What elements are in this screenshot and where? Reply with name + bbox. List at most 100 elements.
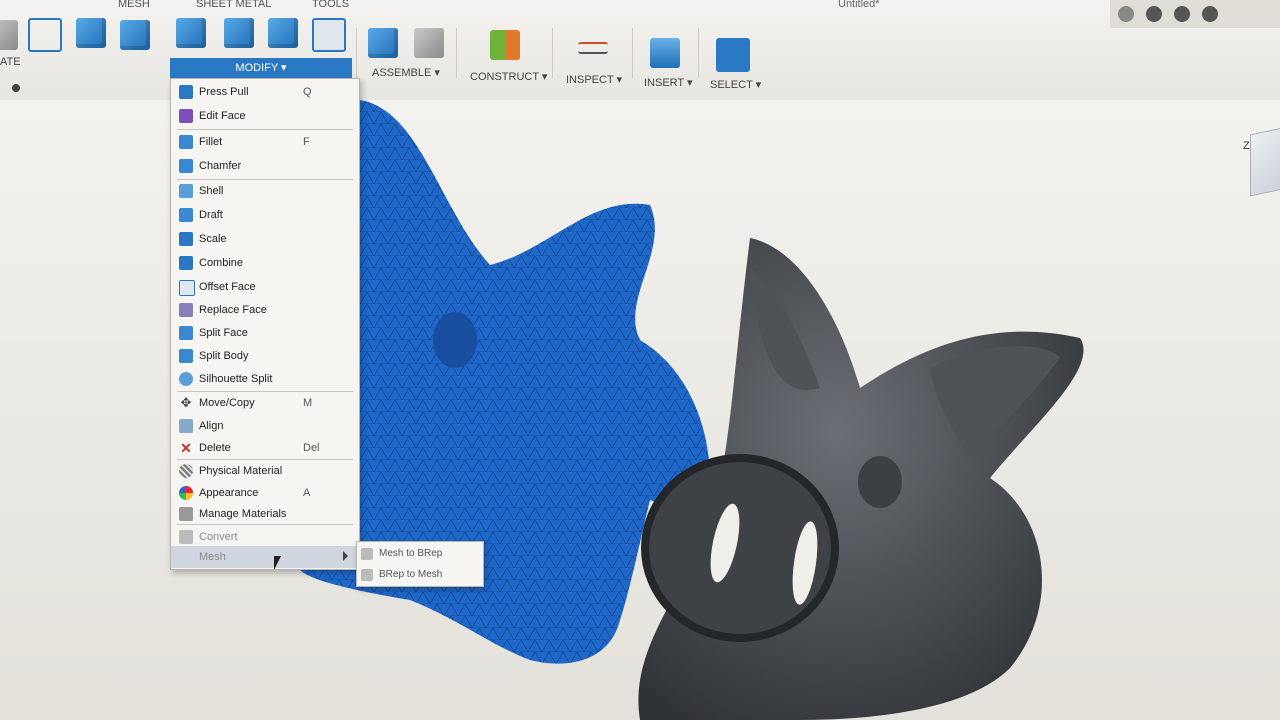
menu-item-shell[interactable]: Shell [171,180,359,202]
menu-item-mesh[interactable]: Mesh [171,546,359,568]
modify-dropdown-menu: Press Pull Q Edit Face Fillet F Chamfer … [170,78,360,570]
divider [552,28,553,78]
move-icon: ✥ [180,395,192,410]
menu-item-fillet[interactable]: Fillet F [171,131,359,153]
menu-item-label: Physical Material [199,465,283,477]
menu-item-label: Replace Face [199,304,267,316]
menu-divider [177,524,353,525]
construct-label[interactable]: CONSTRUCT ▾ [470,70,547,83]
help-icon[interactable] [1202,6,1218,22]
insert-group: INSERT ▾ [642,12,702,92]
offset-face-icon[interactable] [312,18,346,52]
offset-plane-icon[interactable] [490,30,520,60]
menu-item-replace-face[interactable]: Replace Face [171,299,359,321]
menu-item-label: Fillet [199,136,223,148]
divider [698,28,699,78]
menu-item-silhouette-split[interactable]: Silhouette Split [171,368,359,390]
manage-materials-icon [179,507,193,521]
menu-item-edit-face[interactable]: Edit Face [171,105,359,127]
menu-item-label: Combine [199,257,244,269]
menu-item-delete[interactable]: ✕ Delete Del [171,437,359,459]
insert-label[interactable]: INSERT ▾ [644,76,693,89]
assemble-group: ASSEMBLE ▾ [366,12,446,92]
shell-icon[interactable] [224,18,254,48]
align-icon [179,419,193,433]
fillet-icon [179,135,193,149]
brep-to-mesh-icon [361,569,373,581]
measure-icon[interactable] [578,42,608,54]
menu-item-split-body[interactable]: Split Body [171,345,359,367]
modify-menu-button[interactable]: MODIFY ▾ [170,58,352,78]
joint-icon[interactable] [414,28,444,58]
job-status-icon[interactable] [1174,6,1190,22]
insert-image-icon[interactable] [650,38,680,68]
solid-body-pig[interactable] [630,228,1100,720]
menu-item-convert[interactable]: Convert [171,526,359,548]
menu-item-chamfer[interactable]: Chamfer [171,155,359,177]
tab-tools[interactable]: TOOLS [312,0,349,10]
modify-label: MODIFY [235,62,278,74]
menu-item-label: Draft [199,209,223,221]
split-face-icon [179,326,193,340]
inspect-label[interactable]: INSPECT ▾ [566,73,622,86]
menu-item-label: Align [199,420,224,432]
assemble-text: ASSEMBLE [372,67,432,79]
revolve-icon[interactable] [120,20,150,50]
split-body-icon [179,349,193,363]
select-label[interactable]: SELECT ▾ [710,78,761,91]
menu-item-split-face[interactable]: Split Face [171,322,359,344]
notifications-icon[interactable] [1146,6,1162,22]
submenu-arrow-icon [343,551,348,561]
menu-item-physical-material[interactable]: Physical Material [171,460,359,482]
press-pull-icon[interactable] [176,18,206,48]
browser-toggle-icon[interactable] [12,84,20,92]
menu-item-move-copy[interactable]: ✥ Move/Copy M [171,392,359,414]
divider [356,28,357,78]
window-controls [1110,0,1280,28]
delete-icon: ✕ [180,440,192,456]
menu-item-label: Chamfer [199,160,242,172]
create-group: ATE [0,12,160,92]
menu-item-draft[interactable]: Draft [171,204,359,226]
menu-item-label: Manage Materials [199,508,287,520]
insert-text: INSERT [644,77,684,89]
add-icon[interactable] [1118,6,1134,22]
convert-icon [179,530,193,544]
menu-item-label: Delete [199,442,231,454]
select-text: SELECT [710,79,753,91]
assemble-label[interactable]: ASSEMBLE ▾ [372,66,440,79]
menu-item-scale[interactable]: Scale [171,228,359,250]
create-label[interactable]: ATE [0,56,21,68]
tab-mesh[interactable]: MESH [118,0,150,10]
submenu-item-mesh-to-brep[interactable]: Mesh to BRep [357,544,483,564]
menu-divider [177,129,353,130]
extrude-icon[interactable] [76,18,106,48]
viewcube[interactable] [1250,125,1280,197]
draft-icon [179,208,193,222]
select-cursor-icon[interactable] [716,38,750,72]
divider [632,28,633,78]
edit-face-icon [179,109,193,123]
menu-item-manage-materials[interactable]: Manage Materials [171,503,359,525]
mouse-cursor-icon [274,556,281,570]
menu-item-align[interactable]: Align [171,415,359,437]
menu-item-combine[interactable]: Combine [171,252,359,274]
tab-sheet-metal[interactable]: SHEET METAL [196,0,271,10]
combine-icon[interactable] [268,18,298,48]
menu-item-offset-face[interactable]: Offset Face [171,276,359,298]
menu-item-appearance[interactable]: Appearance A [171,482,359,504]
menu-item-label: Mesh [199,551,226,563]
box-icon[interactable] [0,20,18,50]
press-pull-icon [179,85,193,99]
menu-item-shortcut: Del [303,442,320,454]
menu-item-press-pull[interactable]: Press Pull Q [171,81,359,103]
combine-icon [179,256,193,270]
menu-item-label: Appearance [199,487,259,499]
submenu-item-label: BRep to Mesh [379,569,443,580]
replace-face-icon [179,303,193,317]
sketch-icon[interactable] [28,18,62,52]
menu-item-shortcut: A [303,487,311,499]
submenu-item-brep-to-mesh[interactable]: BRep to Mesh [357,565,483,585]
new-component-icon[interactable] [368,28,398,58]
submenu-item-label: Mesh to BRep [379,548,443,559]
